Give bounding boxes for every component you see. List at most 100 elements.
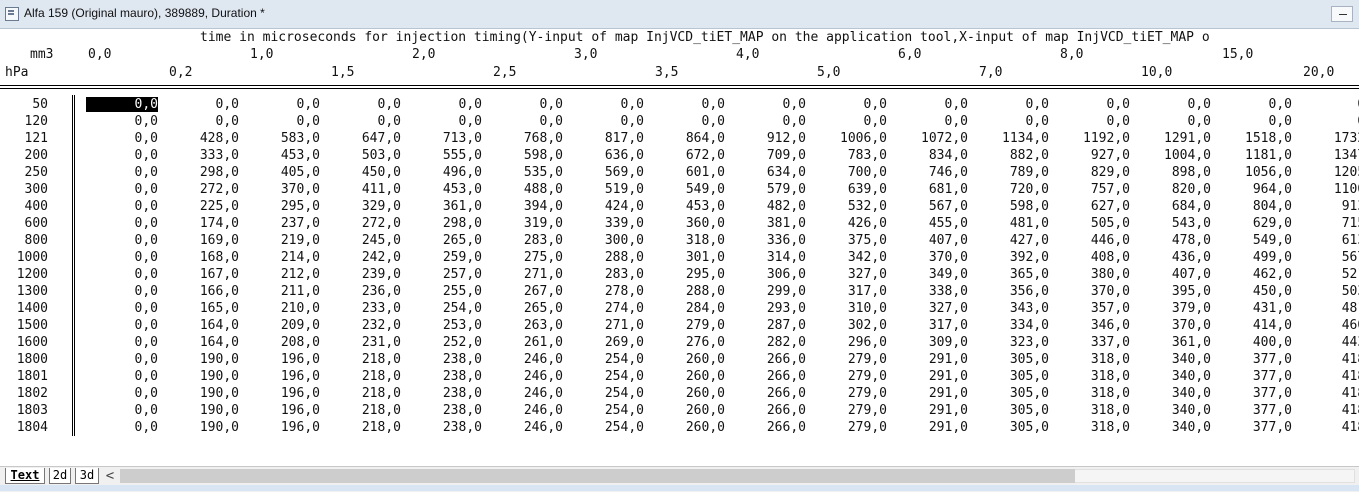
table-cell[interactable]: 450,0 bbox=[331, 165, 401, 180]
table-cell[interactable]: 233,0 bbox=[331, 301, 401, 316]
table-cell[interactable]: 1205, bbox=[1303, 165, 1359, 180]
table-cell[interactable]: 629,0 bbox=[1222, 216, 1292, 231]
table-cell[interactable]: 370,0 bbox=[250, 182, 320, 197]
table-cell[interactable]: 700,0 bbox=[817, 165, 887, 180]
table-cell[interactable]: 323,0 bbox=[979, 335, 1049, 350]
table-cell[interactable]: 232,0 bbox=[331, 318, 401, 333]
table-cell[interactable]: 231,0 bbox=[331, 335, 401, 350]
table-cell[interactable]: 288,0 bbox=[574, 250, 644, 265]
table-cell[interactable]: 567, bbox=[1303, 250, 1359, 265]
table-cell[interactable]: 414,0 bbox=[1222, 318, 1292, 333]
table-cell[interactable]: 265,0 bbox=[412, 233, 482, 248]
table-cell[interactable]: 927,0 bbox=[1060, 148, 1130, 163]
table-cell[interactable]: 462,0 bbox=[1222, 267, 1292, 282]
table-cell[interactable]: 211,0 bbox=[250, 284, 320, 299]
table-cell[interactable]: 260,0 bbox=[655, 352, 725, 367]
table-cell[interactable]: 271,0 bbox=[493, 267, 563, 282]
table-cell[interactable]: 291,0 bbox=[898, 352, 968, 367]
table-cell[interactable]: 190,0 bbox=[169, 352, 239, 367]
table-cell[interactable]: 266,0 bbox=[736, 352, 806, 367]
table-cell[interactable]: 407,0 bbox=[1141, 267, 1211, 282]
table-cell[interactable]: 1732, bbox=[1303, 131, 1359, 146]
table-cell[interactable]: 0, bbox=[1303, 114, 1359, 129]
table-cell[interactable]: 254,0 bbox=[574, 369, 644, 384]
table-cell[interactable]: 334,0 bbox=[979, 318, 1049, 333]
table-cell[interactable]: 453,0 bbox=[655, 199, 725, 214]
table-cell[interactable]: 168,0 bbox=[169, 250, 239, 265]
table-cell[interactable]: 218,0 bbox=[331, 403, 401, 418]
table-cell[interactable]: 569,0 bbox=[574, 165, 644, 180]
table-cell[interactable]: 446,0 bbox=[1060, 233, 1130, 248]
table-cell[interactable]: 427,0 bbox=[979, 233, 1049, 248]
table-cell[interactable]: 0,0 bbox=[250, 97, 320, 112]
table-cell[interactable]: 0,0 bbox=[88, 216, 158, 231]
table-cell[interactable]: 309,0 bbox=[898, 335, 968, 350]
table-cell[interactable]: 291,0 bbox=[898, 420, 968, 435]
table-cell[interactable]: 339,0 bbox=[574, 216, 644, 231]
table-cell[interactable]: 0,0 bbox=[574, 114, 644, 129]
table-cell[interactable]: 0,0 bbox=[736, 97, 806, 112]
table-cell[interactable]: 246,0 bbox=[493, 352, 563, 367]
table-cell[interactable]: 0,0 bbox=[493, 97, 563, 112]
table-cell[interactable]: 0,0 bbox=[88, 369, 158, 384]
table-cell[interactable]: 460, bbox=[1303, 318, 1359, 333]
table-cell[interactable]: 279,0 bbox=[655, 318, 725, 333]
table-cell[interactable]: 0,0 bbox=[898, 114, 968, 129]
table-cell[interactable]: 1100, bbox=[1303, 182, 1359, 197]
table-cell[interactable]: 266,0 bbox=[736, 420, 806, 435]
table-cell[interactable]: 260,0 bbox=[655, 403, 725, 418]
table-cell[interactable]: 340,0 bbox=[1141, 352, 1211, 367]
table-cell[interactable]: 196,0 bbox=[250, 386, 320, 401]
table-cell[interactable]: 333,0 bbox=[169, 148, 239, 163]
table-cell[interactable]: 408,0 bbox=[1060, 250, 1130, 265]
table-cell[interactable]: 503, bbox=[1303, 284, 1359, 299]
table-cell[interactable]: 276,0 bbox=[655, 335, 725, 350]
table-cell[interactable]: 279,0 bbox=[817, 420, 887, 435]
table-cell[interactable]: 246,0 bbox=[493, 386, 563, 401]
table-cell[interactable]: 266,0 bbox=[736, 403, 806, 418]
table-cell[interactable]: 428,0 bbox=[169, 131, 239, 146]
table-cell[interactable]: 236,0 bbox=[331, 284, 401, 299]
table-cell[interactable]: 964,0 bbox=[1222, 182, 1292, 197]
table-cell[interactable]: 1134,0 bbox=[979, 131, 1049, 146]
table-cell[interactable]: 219,0 bbox=[250, 233, 320, 248]
table-cell[interactable]: 214,0 bbox=[250, 250, 320, 265]
table-cell[interactable]: 293,0 bbox=[736, 301, 806, 316]
table-cell[interactable]: 681,0 bbox=[898, 182, 968, 197]
table-cell[interactable]: 238,0 bbox=[412, 420, 482, 435]
table-cell[interactable]: 0, bbox=[1303, 97, 1359, 112]
table-cell[interactable]: 209,0 bbox=[250, 318, 320, 333]
table-cell[interactable]: 496,0 bbox=[412, 165, 482, 180]
table-cell[interactable]: 266,0 bbox=[736, 369, 806, 384]
table-cell[interactable]: 305,0 bbox=[979, 420, 1049, 435]
table-cell[interactable]: 260,0 bbox=[655, 369, 725, 384]
table-cell[interactable]: 0,0 bbox=[1141, 114, 1211, 129]
horizontal-scrollbar-thumb[interactable] bbox=[120, 469, 1075, 483]
table-cell[interactable]: 361,0 bbox=[1141, 335, 1211, 350]
table-cell[interactable]: 288,0 bbox=[655, 284, 725, 299]
table-cell[interactable]: 210,0 bbox=[250, 301, 320, 316]
scroll-left-icon[interactable]: < bbox=[103, 468, 117, 484]
table-cell[interactable]: 0,0 bbox=[655, 114, 725, 129]
table-cell[interactable]: 318,0 bbox=[1060, 403, 1130, 418]
table-cell[interactable]: 246,0 bbox=[493, 420, 563, 435]
table-cell[interactable]: 279,0 bbox=[817, 369, 887, 384]
table-cell[interactable]: 746,0 bbox=[898, 165, 968, 180]
table-cell[interactable]: 340,0 bbox=[1141, 420, 1211, 435]
table-cell[interactable]: 503,0 bbox=[331, 148, 401, 163]
table-cell[interactable]: 713,0 bbox=[412, 131, 482, 146]
table-cell[interactable]: 165,0 bbox=[169, 301, 239, 316]
table-cell[interactable]: 443, bbox=[1303, 335, 1359, 350]
table-cell[interactable]: 346,0 bbox=[1060, 318, 1130, 333]
table-cell[interactable]: 613, bbox=[1303, 233, 1359, 248]
table-cell[interactable]: 283,0 bbox=[493, 233, 563, 248]
table-cell[interactable]: 1004,0 bbox=[1141, 148, 1211, 163]
table-cell[interactable]: 266,0 bbox=[736, 386, 806, 401]
table-cell[interactable]: 291,0 bbox=[898, 386, 968, 401]
table-cell[interactable]: 583,0 bbox=[250, 131, 320, 146]
table-cell[interactable]: 190,0 bbox=[169, 369, 239, 384]
tab-2d[interactable]: 2d bbox=[49, 468, 71, 484]
table-cell[interactable]: 314,0 bbox=[736, 250, 806, 265]
table-cell[interactable]: 783,0 bbox=[817, 148, 887, 163]
table-cell[interactable]: 167,0 bbox=[169, 267, 239, 282]
